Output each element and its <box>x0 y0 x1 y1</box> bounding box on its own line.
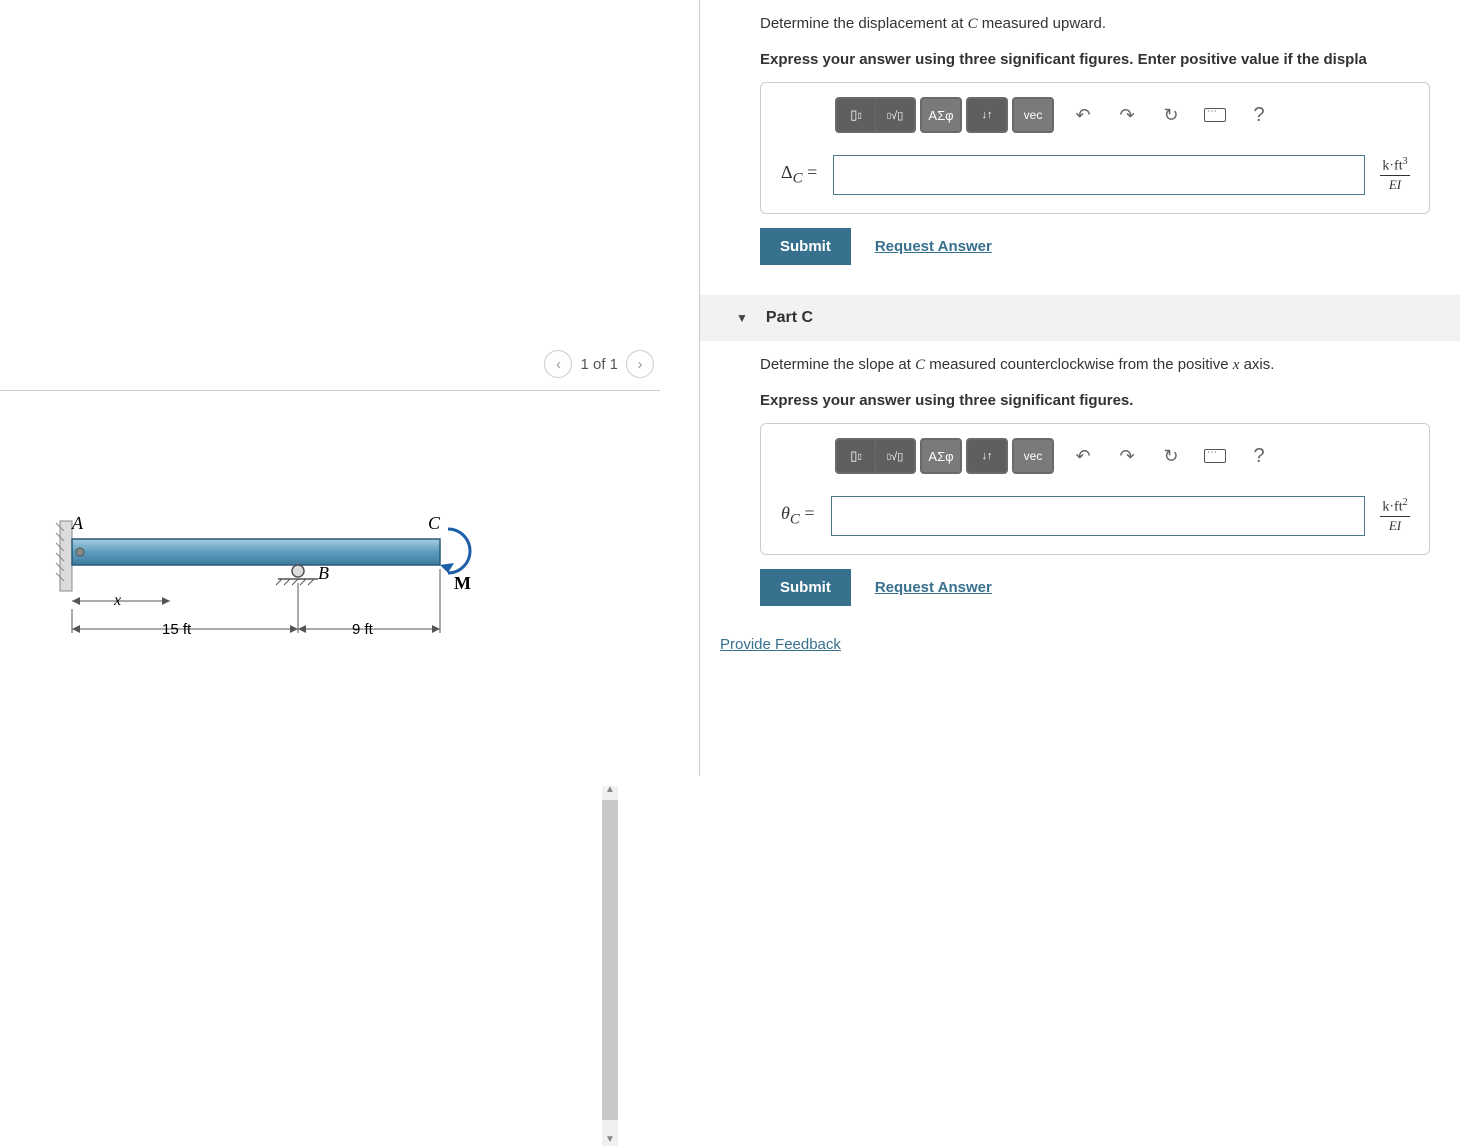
partB-submit-button[interactable]: Submit <box>760 228 851 265</box>
keyboard-icon <box>1204 449 1226 463</box>
svg-text:C: C <box>428 513 441 533</box>
partC-submit-button[interactable]: Submit <box>760 569 851 606</box>
help-button[interactable]: ? <box>1244 100 1274 130</box>
collapse-icon: ▼ <box>736 311 748 325</box>
vec-button[interactable]: vec <box>1014 99 1052 131</box>
tool-group-greek: ΑΣφ <box>920 97 962 133</box>
partB-answer-box: ▯▯ ▯√▯ ΑΣφ ↓↑ vec ↶ ↷ ↻ ? <box>760 82 1430 214</box>
partC-answer-box: ▯▯▯√▯ ΑΣφ ↓↑ vec ↶ ↷ ↻ ? θC = k·ft2EI <box>760 423 1430 555</box>
keyboard-button[interactable] <box>1200 441 1230 471</box>
partB-question2: Express your answer using three signific… <box>760 48 1460 72</box>
arrows-button[interactable]: ↓↑ <box>968 440 1006 472</box>
scroll-up-icon[interactable]: ▲ <box>602 784 618 798</box>
figure-scrollbar[interactable]: ▲ ▼ <box>602 786 618 1146</box>
svg-text:x: x <box>113 592 121 609</box>
partC-symbol: θC = <box>775 503 821 529</box>
partB-answer-row: ΔC = k·ft3EI <box>775 155 1415 195</box>
help-button[interactable]: ? <box>1244 441 1274 471</box>
partC-question1: Determine the slope at C measured counte… <box>760 353 1460 377</box>
partC-title: Part C <box>766 309 813 327</box>
tool-group-vec: vec <box>1012 97 1054 133</box>
figure-area: A C B M x 15 ft 9 ft ▲ <box>0 390 660 760</box>
partC-unit: k·ft2EI <box>1375 497 1415 535</box>
partB-submit-row: Submit Request Answer <box>760 228 1460 265</box>
partB-unit: k·ft3EI <box>1375 156 1415 194</box>
figure-pager: ‹ 1 of 1 › <box>544 350 654 378</box>
svg-text:9 ft: 9 ft <box>352 621 374 638</box>
svg-text:A: A <box>71 513 84 533</box>
partC-question2: Express your answer using three signific… <box>760 389 1460 413</box>
redo-button[interactable]: ↷ <box>1112 441 1142 471</box>
sqrt-button[interactable]: ▯√▯ <box>876 99 914 131</box>
pager-label: 1 of 1 <box>580 356 618 373</box>
scrollbar-thumb[interactable] <box>602 800 618 1120</box>
keyboard-icon <box>1204 108 1226 122</box>
beam-diagram: A C B M x 15 ft 9 ft <box>50 511 480 681</box>
keyboard-button[interactable] <box>1200 100 1230 130</box>
partC-answer-input[interactable] <box>831 496 1365 536</box>
greek-button[interactable]: ΑΣφ <box>922 440 960 472</box>
partB-answer-input[interactable] <box>833 155 1365 195</box>
partC-submit-row: Submit Request Answer <box>760 569 1460 606</box>
partB-symbol: ΔC = <box>775 162 823 188</box>
reset-button[interactable]: ↻ <box>1156 441 1186 471</box>
sqrt-button[interactable]: ▯√▯ <box>876 440 914 472</box>
question-panel: Determine the displacement at C measured… <box>700 0 1460 776</box>
templates-button[interactable]: ▯▯ <box>837 99 875 131</box>
partC-answer-row: θC = k·ft2EI <box>775 496 1415 536</box>
pager-prev-button[interactable]: ‹ <box>544 350 572 378</box>
tool-group-arrows: ↓↑ <box>966 97 1008 133</box>
partB-request-answer-link[interactable]: Request Answer <box>875 238 992 255</box>
provide-feedback-link[interactable]: Provide Feedback <box>720 636 841 653</box>
arrows-button[interactable]: ↓↑ <box>968 99 1006 131</box>
vec-button[interactable]: vec <box>1014 440 1052 472</box>
partC-header[interactable]: ▼ Part C <box>700 295 1460 341</box>
greek-button[interactable]: ΑΣφ <box>922 99 960 131</box>
svg-text:15 ft: 15 ft <box>162 621 192 638</box>
svg-text:M: M <box>454 573 471 593</box>
reset-button[interactable]: ↻ <box>1156 100 1186 130</box>
partC-request-answer-link[interactable]: Request Answer <box>875 579 992 596</box>
figure-panel: ‹ 1 of 1 › A C <box>0 0 700 776</box>
partB-question1: Determine the displacement at C measured… <box>760 12 1460 36</box>
tool-group-math: ▯▯ ▯√▯ <box>835 97 916 133</box>
templates-button[interactable]: ▯▯ <box>837 440 875 472</box>
scroll-down-icon[interactable]: ▼ <box>602 1134 618 1148</box>
partB-toolbar: ▯▯ ▯√▯ ΑΣφ ↓↑ vec ↶ ↷ ↻ ? <box>835 97 1415 133</box>
undo-button[interactable]: ↶ <box>1068 441 1098 471</box>
redo-button[interactable]: ↷ <box>1112 100 1142 130</box>
svg-text:B: B <box>318 563 329 583</box>
undo-button[interactable]: ↶ <box>1068 100 1098 130</box>
partC-toolbar: ▯▯▯√▯ ΑΣφ ↓↑ vec ↶ ↷ ↻ ? <box>835 438 1415 474</box>
pager-next-button[interactable]: › <box>626 350 654 378</box>
